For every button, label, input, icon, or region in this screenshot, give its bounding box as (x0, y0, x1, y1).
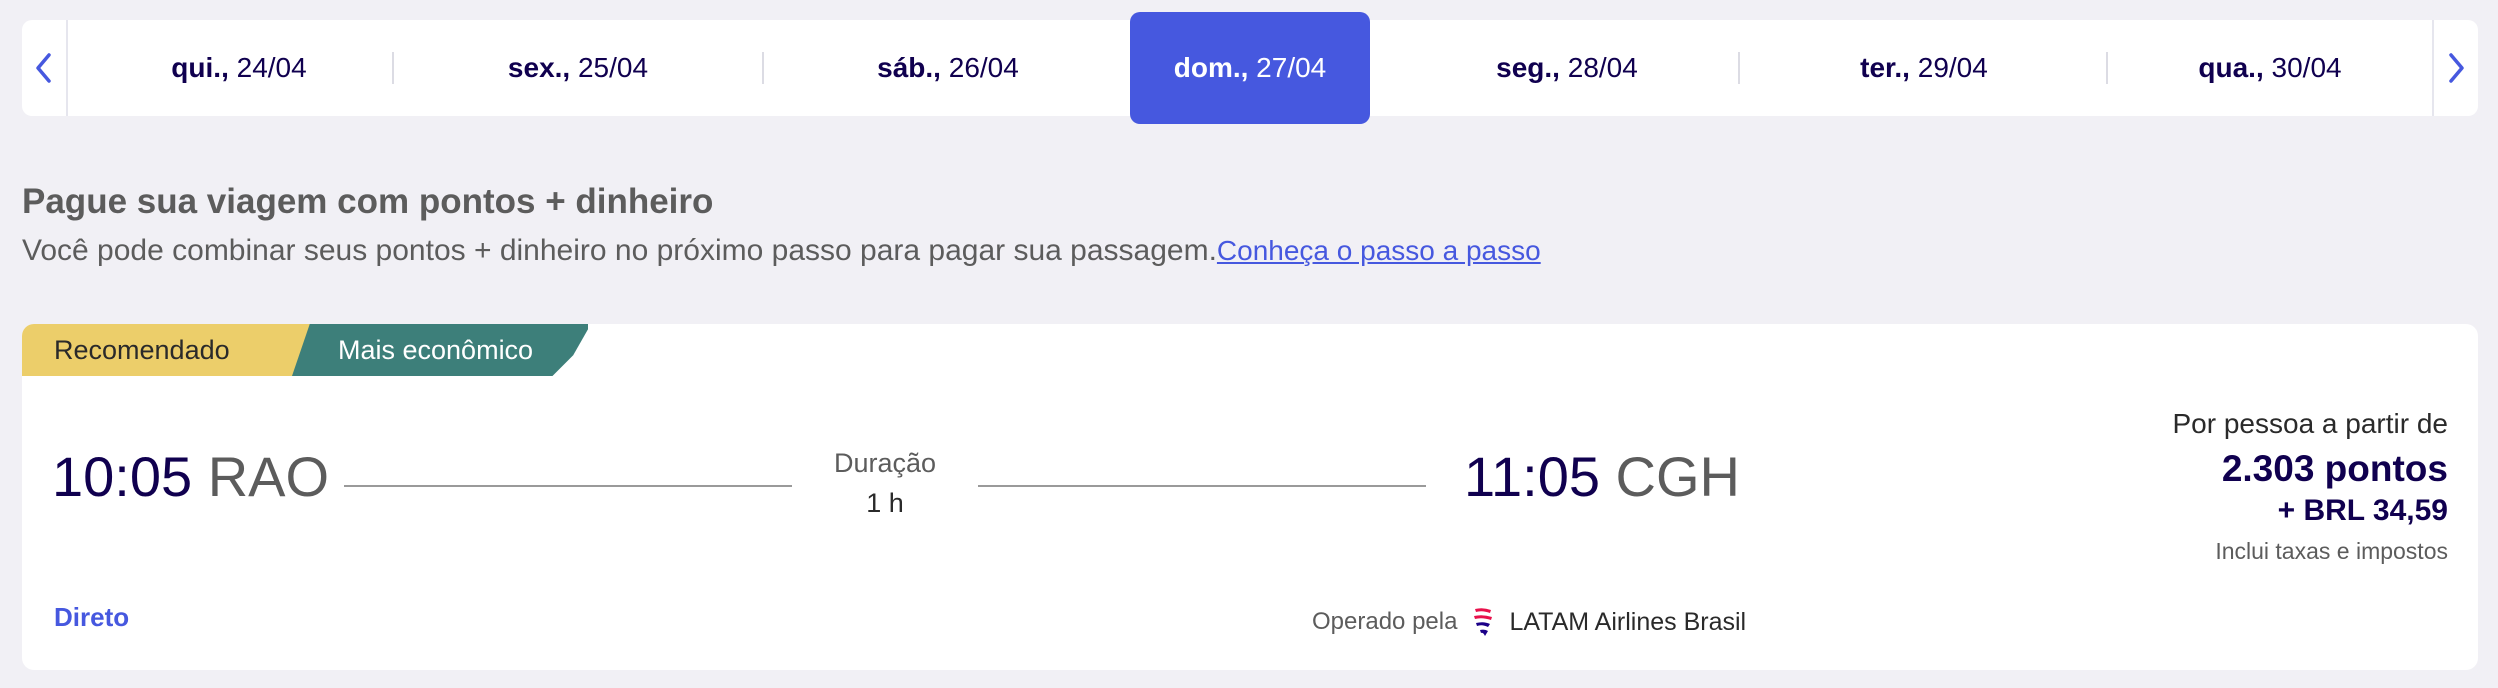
date-tab-27-04-selected[interactable]: dom., 27/04 (1130, 12, 1370, 124)
date-tab-30-04[interactable]: qua., 30/04 (2108, 20, 2432, 116)
date-weekday: ter., (1860, 52, 1910, 83)
route-line (978, 485, 1426, 487)
taxes-note: Inclui taxas e impostos (2215, 538, 2448, 564)
departure-airport: RAO (207, 445, 330, 508)
date-weekday: sáb., (877, 52, 941, 83)
date-tab-25-04[interactable]: sex., 25/04 (394, 20, 762, 116)
duration-label: Duração (833, 448, 937, 478)
departure-time: 10:05 (52, 445, 193, 508)
date-value: 30/04 (2263, 52, 2342, 83)
flight-card[interactable]: Recomendado Mais econômico 10:05 RAO Dur… (22, 324, 2478, 670)
date-value: 27/04 (1248, 52, 1327, 83)
chevron-right-icon (2449, 53, 2464, 83)
promo-description-text: Você pode combinar seus pontos + dinheir… (22, 234, 1217, 267)
date-value: 24/04 (228, 52, 307, 83)
date-weekday: seg., (1496, 52, 1560, 83)
arrival-airport: CGH (1615, 445, 1740, 508)
date-tab-28-04[interactable]: seg., 28/04 (1372, 20, 1762, 116)
direct-flight-link[interactable]: Direto (54, 602, 129, 633)
date-tab-26-04[interactable]: sáb., 26/04 (764, 20, 1132, 116)
date-tab-29-04[interactable]: ter., 29/04 (1740, 20, 2108, 116)
recommended-badge: Recomendado (22, 324, 312, 376)
date-tab-24-04[interactable]: qui., 24/04 (84, 20, 394, 116)
route-line (344, 485, 792, 487)
date-value: 25/04 (570, 52, 649, 83)
promo-title: Pague sua viagem com pontos + dinheiro (22, 182, 714, 221)
operated-by-label: Operado pela (1312, 608, 1458, 635)
date-value: 26/04 (940, 52, 1019, 83)
date-weekday: sex., (507, 52, 571, 83)
latam-logo-icon (1474, 608, 1493, 636)
price-points: 2.303 pontos (2221, 448, 2448, 489)
operated-by: Operado pela LATAM Airlines Brasil (1312, 606, 1746, 638)
departure: 10:05 RAO (52, 444, 329, 509)
date-value: 28/04 (1559, 52, 1638, 83)
date-value: 29/04 (1909, 52, 1988, 83)
arrival: 11:05 CGH (1464, 444, 1740, 509)
date-weekday: qua., (2198, 52, 2264, 83)
cheapest-badge: Mais econômico (292, 324, 588, 376)
promo-description: Você pode combinar seus pontos + dinheir… (22, 234, 1541, 268)
chevron-left-icon (36, 53, 51, 83)
price-cash: + BRL 34,59 (2277, 494, 2448, 527)
date-selector: qui., 24/04 sex., 25/04 sáb., 26/04 dom.… (22, 12, 2478, 124)
previous-dates-button[interactable] (22, 20, 68, 116)
date-weekday: qui., (171, 52, 229, 83)
price-from-label: Por pessoa a partir de (2172, 408, 2449, 439)
step-by-step-link[interactable]: Conheça o passo a passo (1217, 235, 1541, 266)
arrival-time: 11:05 (1464, 445, 1600, 508)
next-dates-button[interactable] (2432, 20, 2478, 116)
date-weekday: dom., (1173, 52, 1249, 83)
duration-value: 1 h (866, 488, 904, 518)
airline-name: LATAM Airlines Brasil (1509, 607, 1747, 636)
